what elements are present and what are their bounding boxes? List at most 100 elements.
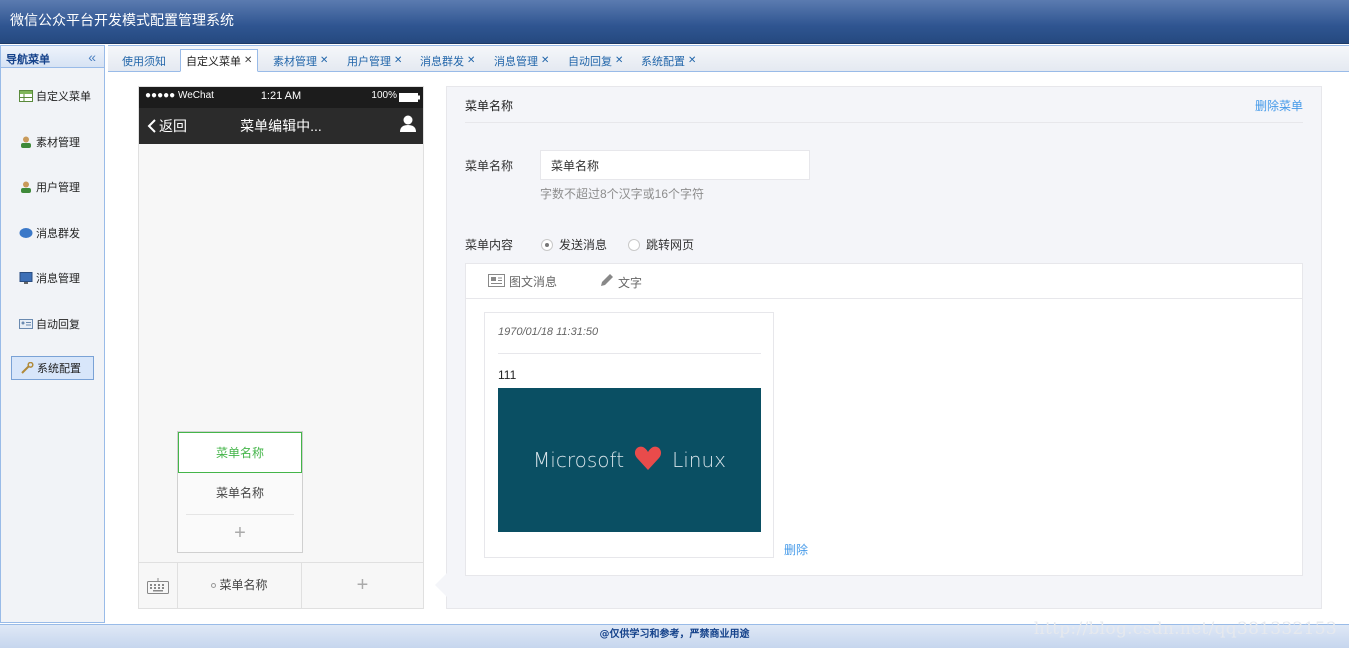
sidebar-header: 导航菜单 « (1, 46, 104, 68)
app-title: 微信公众平台开发模式配置管理系统 (10, 13, 234, 29)
wrench-icon (20, 361, 34, 374)
divider (465, 122, 1303, 123)
main-menu-label: 菜单名称 (219, 578, 268, 592)
add-menu-button[interactable]: + (302, 563, 423, 608)
sidebar-item-auto-reply[interactable]: 自动回复 (11, 312, 94, 336)
sidebar-item-label: 素材管理 (36, 137, 80, 149)
sidebar-title: 导航菜单 (6, 54, 50, 66)
content-label: 菜单内容 (465, 238, 514, 252)
sidebar-item-system-config[interactable]: 系统配置 (11, 356, 94, 380)
keyboard-icon[interactable] (139, 563, 178, 608)
close-icon[interactable]: ✕ (615, 55, 623, 66)
delete-card-link[interactable]: 删除 (784, 541, 808, 558)
submenu-list: 菜单名称 菜单名称 + (177, 431, 303, 553)
tab-label: 消息群发 (420, 55, 464, 68)
tab-label: 使用须知 (122, 55, 166, 68)
name-hint: 字数不超过8个汉字或16个字符 (540, 187, 705, 201)
tab-label: 图文消息 (509, 275, 558, 289)
sidebar-item-custom-menu[interactable]: 自定义菜单 (11, 84, 94, 108)
cover-text-right: Linux (672, 448, 726, 472)
sidebar-item-label: 消息管理 (36, 273, 80, 285)
submenu-item[interactable]: 菜单名称 (178, 432, 302, 473)
submenu-item[interactable]: 菜单名称 (178, 473, 302, 514)
delete-menu-link[interactable]: 删除菜单 (1255, 97, 1303, 114)
footer: @仅供学习和参考，严禁商业用途 http://blog.csdn.net/qq3… (0, 619, 1349, 648)
divider (498, 353, 761, 354)
close-icon[interactable]: ✕ (320, 55, 328, 66)
radio-label: 发送消息 (559, 238, 608, 252)
sidebar-item-label: 自定义菜单 (36, 91, 91, 103)
sidebar-item-users[interactable]: 用户管理 (11, 175, 94, 199)
tab-label: 消息管理 (494, 55, 538, 68)
close-icon[interactable]: ✕ (688, 55, 696, 66)
phone-status-bar: ●●●●● WeChat 1:21 AM 100% (139, 87, 423, 108)
tab-text[interactable]: 文字 (599, 273, 642, 291)
user-icon (19, 136, 33, 148)
sidebar-item-broadcast[interactable]: 消息群发 (11, 221, 94, 245)
watermark: http://blog.csdn.net/qq381332153 (1033, 619, 1337, 639)
menu-name-input[interactable] (540, 150, 810, 180)
content-tabs: 图文消息 文字 (466, 264, 1302, 299)
tab-broadcast[interactable]: 消息群发 ✕ (415, 49, 480, 72)
phone-preview: ●●●●● WeChat 1:21 AM 100% 返回 菜单编辑中... 菜单… (138, 86, 424, 609)
message-content-box: 图文消息 文字 1970/01/18 11:31:50 111 Microsof… (465, 263, 1303, 576)
card-date: 1970/01/18 11:31:50 (498, 326, 599, 338)
main-menu-item[interactable]: 菜单名称 (178, 563, 302, 608)
tab-label: 文字 (618, 275, 643, 290)
tab-bar: 使用须知 自定义菜单 ✕ 素材管理 ✕ 用户管理 ✕ 消息群发 ✕ 消息管理 ✕ 自动回复… (108, 45, 1349, 72)
close-icon[interactable]: ✕ (244, 55, 252, 66)
user-icon[interactable] (399, 115, 417, 133)
footer-text: @仅供学习和参考，严禁商业用途 (599, 629, 750, 640)
card-icon (19, 318, 33, 330)
sidebar-item-label: 自动回复 (36, 319, 80, 331)
close-icon[interactable]: ✕ (394, 55, 402, 66)
tab-label: 素材管理 (273, 55, 317, 68)
tab-label: 自动回复 (568, 55, 612, 68)
pencil-icon (599, 273, 614, 291)
dot-icon (211, 583, 217, 589)
heart-icon (634, 445, 662, 476)
tab-label: 自定义菜单 (186, 55, 241, 68)
battery-text: 100% (371, 90, 397, 101)
name-label: 菜单名称 (465, 159, 514, 173)
tab-label: 用户管理 (347, 55, 391, 68)
bubble-icon (19, 227, 33, 239)
radio-label: 跳转网页 (646, 238, 695, 252)
tab-custom-menu[interactable]: 自定义菜单 ✕ (180, 49, 259, 72)
sidebar-item-material[interactable]: 素材管理 (11, 130, 94, 154)
phone-menu-bar: 菜单名称 + (139, 562, 423, 608)
table-icon (19, 90, 33, 102)
close-icon[interactable]: ✕ (541, 55, 549, 66)
tab-system-config[interactable]: 系统配置 ✕ (636, 49, 701, 72)
pointer-arrow (435, 573, 447, 597)
radio-jump-page[interactable]: 跳转网页 (628, 236, 694, 253)
sidebar-item-label: 消息群发 (36, 228, 80, 240)
cover-text-left: Microsoft (533, 448, 625, 472)
close-icon[interactable]: ✕ (467, 55, 475, 66)
main-panel: ●●●●● WeChat 1:21 AM 100% 返回 菜单编辑中... 菜单… (108, 73, 1349, 623)
menu-editor: 菜单名称 删除菜单 菜单名称 字数不超过8个汉字或16个字符 菜单内容 发送消息… (435, 86, 1322, 609)
collapse-icon[interactable]: « (88, 49, 96, 65)
sidebar-item-label: 用户管理 (36, 182, 80, 194)
tab-label: 系统配置 (641, 55, 685, 68)
monitor-icon (19, 272, 33, 284)
tab-usage-notes[interactable]: 使用须知 (117, 49, 171, 72)
sidebar: 导航菜单 « 自定义菜单 素材管理 用户管理 消息群发 消息管理 自动回复 系统… (0, 45, 105, 623)
app-window: 微信公众平台开发模式配置管理系统 导航菜单 « 自定义菜单 素材管理 用户管理 … (0, 0, 1349, 648)
editor-title: 菜单名称 (465, 99, 514, 113)
sidebar-item-label: 系统配置 (37, 363, 81, 375)
news-card[interactable]: 1970/01/18 11:31:50 111 Microsoft Linux (484, 312, 774, 558)
tab-material[interactable]: 素材管理 ✕ (268, 49, 333, 72)
tab-news-message[interactable]: 图文消息 (488, 273, 557, 290)
user-icon (19, 181, 33, 193)
sidebar-item-messages[interactable]: 消息管理 (11, 266, 94, 290)
add-submenu-button[interactable]: + (186, 514, 294, 552)
phone-title: 菜单编辑中... (240, 118, 322, 134)
tab-users[interactable]: 用户管理 ✕ (342, 49, 407, 72)
tab-messages[interactable]: 消息管理 ✕ (489, 49, 554, 72)
title-bar: 微信公众平台开发模式配置管理系统 (0, 0, 1349, 44)
radio-checked-icon (541, 238, 553, 251)
tab-auto-reply[interactable]: 自动回复 ✕ (563, 49, 628, 72)
card-title: 111 (498, 368, 517, 382)
radio-send-message[interactable]: 发送消息 (541, 236, 607, 253)
